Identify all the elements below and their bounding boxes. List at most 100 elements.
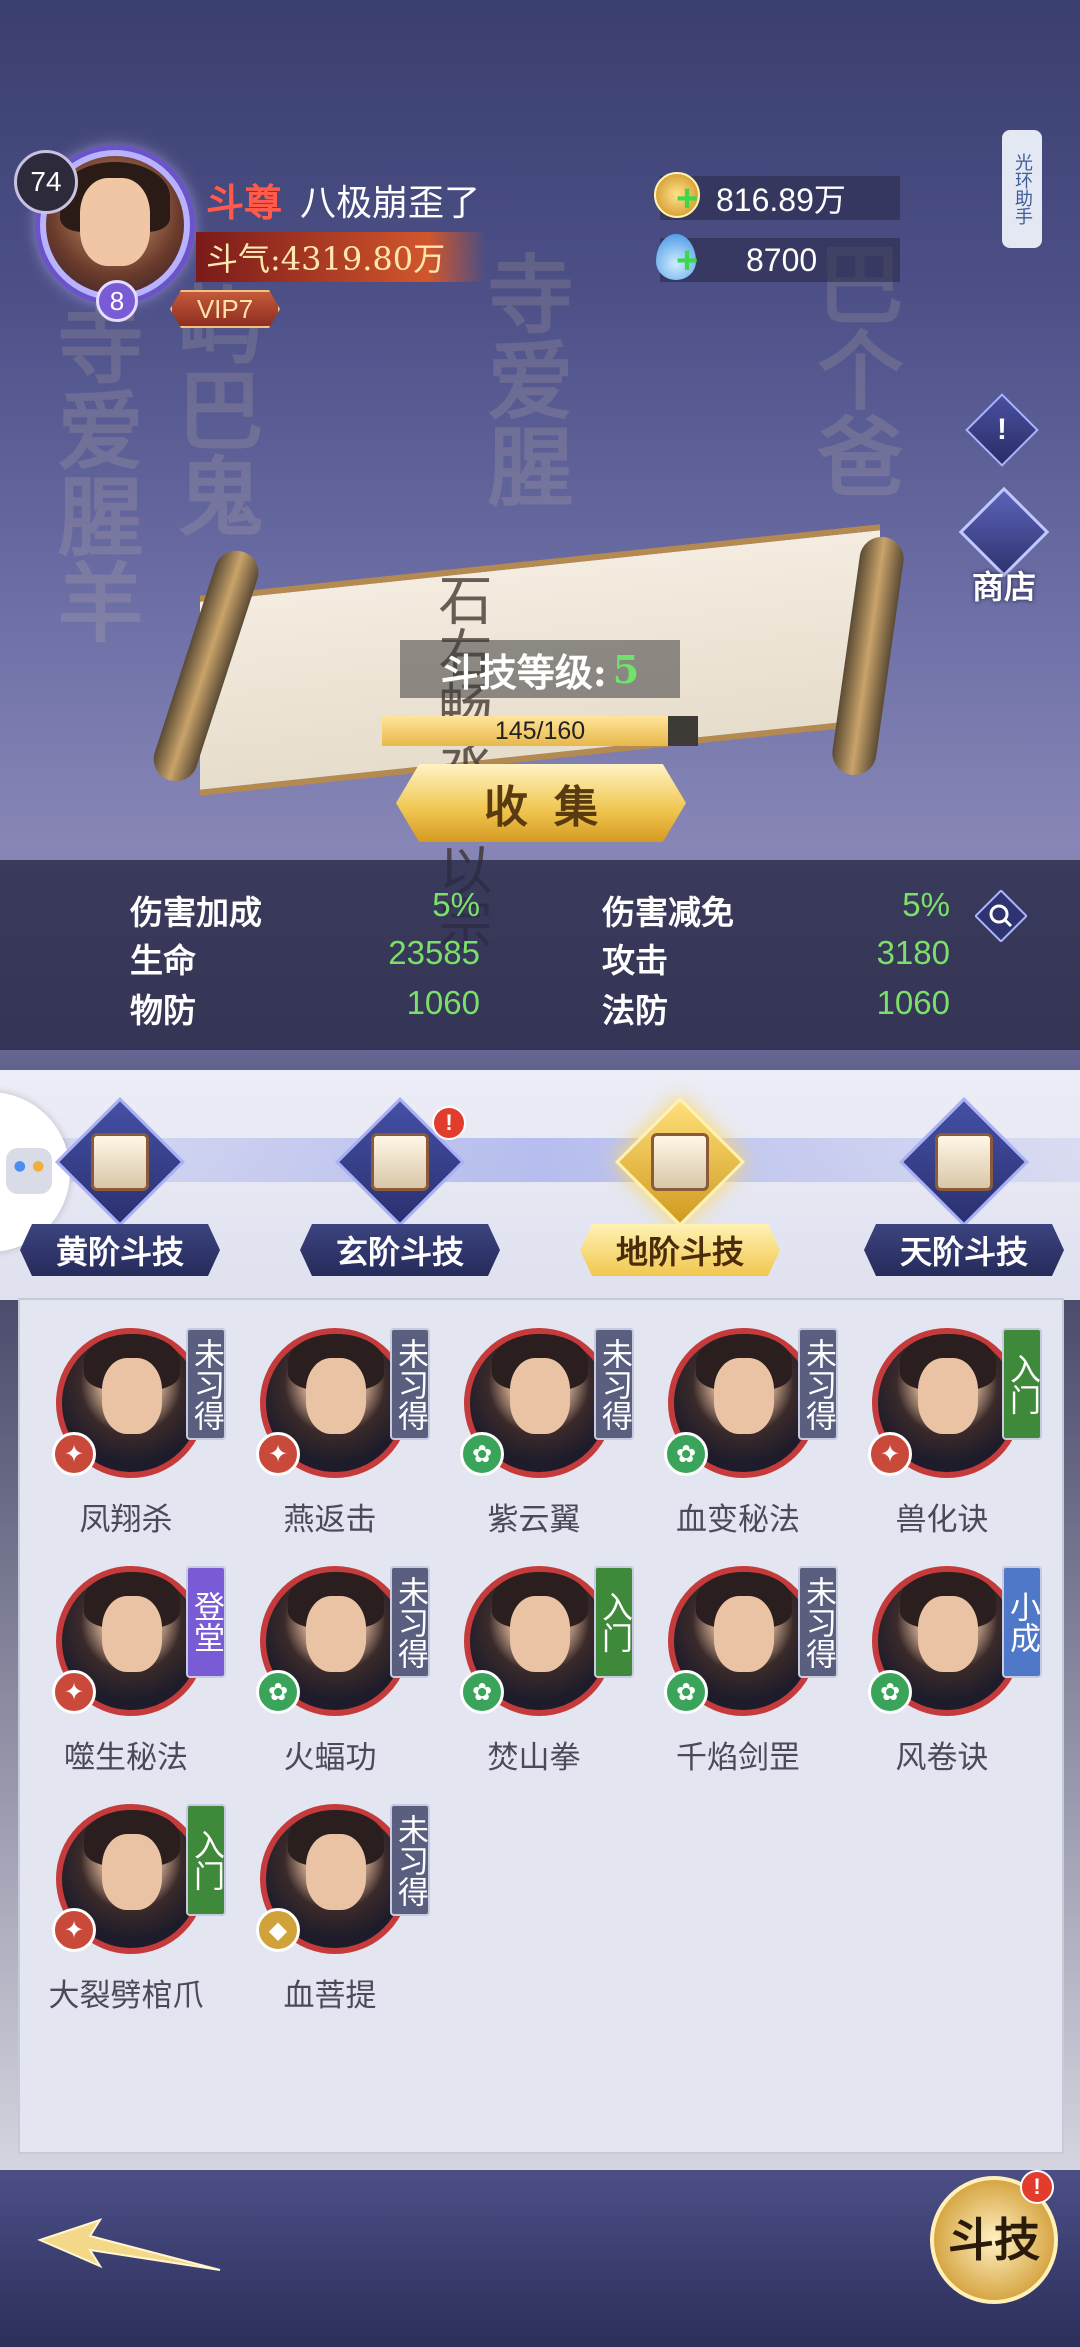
stat-attack: 攻击 3180 xyxy=(602,934,950,982)
skill-name: 噬生秘法 xyxy=(64,1740,188,1776)
skill-name: 燕返击 xyxy=(283,1502,377,1538)
tab-label: 黄阶斗技 xyxy=(20,1224,220,1276)
skill-status-badge: 未习得 xyxy=(798,1328,838,1440)
tier-book-icon xyxy=(614,1096,746,1228)
skill-status-badge: 未习得 xyxy=(594,1328,634,1440)
earth-element-icon: ◆ xyxy=(256,1908,300,1952)
skill-progress-bar: 145/160 xyxy=(382,716,698,746)
skill-card[interactable]: 未习得 ◆ 血菩提 xyxy=(240,1794,430,2014)
stats-detail-button[interactable] xyxy=(974,889,1028,943)
wood-element-icon: ✿ xyxy=(256,1670,300,1714)
stat-damage-reduction: 伤害减免 5% xyxy=(602,886,950,934)
skill-name: 血变秘法 xyxy=(676,1502,800,1538)
stat-value: 5% xyxy=(902,886,950,923)
skill-status-badge: 未习得 xyxy=(186,1328,226,1440)
back-button[interactable] xyxy=(30,2210,230,2300)
skill-card[interactable]: 未习得 ✿ 紫云翼 xyxy=(444,1318,634,1538)
fire-element-icon: ✦ xyxy=(868,1432,912,1476)
stat-value: 23585 xyxy=(388,934,480,971)
stat-label: 攻击 xyxy=(602,941,668,980)
player-name: 八极崩歪了 xyxy=(300,183,481,224)
add-soul-button[interactable]: + xyxy=(676,240,698,283)
skill-status-badge: 未习得 xyxy=(390,1804,430,1916)
wood-element-icon: ✿ xyxy=(460,1432,504,1476)
wood-element-icon: ✿ xyxy=(664,1432,708,1476)
stat-label: 物防 xyxy=(130,991,196,1030)
skill-status-badge: 入门 xyxy=(1002,1328,1042,1440)
info-button[interactable]: ! xyxy=(965,393,1039,467)
stat-hp: 生命 23585 xyxy=(130,934,480,982)
skill-card[interactable]: 未习得 ✿ 火蝠功 xyxy=(240,1556,430,1776)
skill-status-badge: 未习得 xyxy=(390,1328,430,1440)
skill-name: 焚山拳 xyxy=(487,1740,581,1776)
skill-card[interactable]: 未习得 ✿ 千焰剑罡 xyxy=(648,1556,838,1776)
skill-name: 火蝠功 xyxy=(283,1740,377,1776)
skill-card[interactable]: 入门 ✿ 焚山拳 xyxy=(444,1556,634,1776)
add-gold-button[interactable]: + xyxy=(676,178,698,221)
wood-element-icon: ✿ xyxy=(460,1670,504,1714)
stat-value: 1060 xyxy=(876,984,950,1021)
power-label: 斗气:4319.80万 xyxy=(206,240,446,278)
skill-name: 凤翔杀 xyxy=(79,1502,173,1538)
background-calligraphy: 寺爱腥 xyxy=(472,250,573,508)
stat-value: 1060 xyxy=(406,984,480,1021)
shop-button[interactable]: 商店 xyxy=(954,486,1054,606)
wood-element-icon: ✿ xyxy=(664,1670,708,1714)
player-rank: 斗尊 xyxy=(206,180,283,225)
skill-name: 血菩提 xyxy=(283,1978,377,2014)
fire-element-icon: ✦ xyxy=(52,1670,96,1714)
wood-element-icon: ✿ xyxy=(868,1670,912,1714)
stat-label: 伤害加成 xyxy=(130,893,262,932)
tab-alert-badge: ! xyxy=(432,1106,466,1140)
skill-card[interactable]: 入门 ✦ 大裂劈棺爪 xyxy=(36,1794,226,2014)
tier-book-icon xyxy=(898,1096,1030,1228)
skill-level: 斗技等级: 5 xyxy=(400,640,680,698)
background-calligraphy: 寺爱腥羊 xyxy=(42,300,143,644)
skill-status-badge: 登堂 xyxy=(186,1566,226,1678)
stat-magic-defense: 法防 1060 xyxy=(602,984,950,1032)
collect-button[interactable]: 收集 xyxy=(396,764,686,842)
skill-card[interactable]: 未习得 ✦ 凤翔杀 xyxy=(36,1318,226,1538)
fight-alert-badge: ! xyxy=(1020,2170,1054,2204)
magnifier-icon xyxy=(974,889,1028,943)
stat-label: 生命 xyxy=(130,941,196,980)
skill-level-label: 斗技等级: xyxy=(440,649,607,695)
skill-status-badge: 入门 xyxy=(594,1566,634,1678)
skill-name: 紫云翼 xyxy=(487,1502,581,1538)
soul-amount: 8700 xyxy=(746,241,818,278)
stat-label: 法防 xyxy=(602,991,668,1030)
helper-tab[interactable]: 光环助手 xyxy=(1002,130,1042,248)
skill-status-badge: 小成 xyxy=(1002,1566,1042,1678)
skill-status-badge: 未习得 xyxy=(798,1566,838,1678)
tab-yellow-tier[interactable]: 黄阶斗技 xyxy=(20,1096,220,1276)
skill-name: 大裂劈棺爪 xyxy=(48,1978,204,2014)
tab-earth-tier[interactable]: 地阶斗技 xyxy=(580,1096,780,1276)
shop-label: 商店 xyxy=(971,568,1036,606)
skill-name: 千焰剑罡 xyxy=(676,1740,800,1776)
skill-card[interactable]: 入门 ✦ 兽化诀 xyxy=(852,1318,1042,1538)
tier-book-icon xyxy=(54,1096,186,1228)
skill-card[interactable]: 小成 ✿ 风卷诀 xyxy=(852,1556,1042,1776)
stat-damage-bonus: 伤害加成 5% xyxy=(130,886,480,934)
tab-label: 天阶斗技 xyxy=(864,1224,1064,1276)
skill-name: 风卷诀 xyxy=(895,1740,989,1776)
vip-badge[interactable]: VIP7 xyxy=(170,290,280,328)
skill-card[interactable]: 登堂 ✦ 噬生秘法 xyxy=(36,1556,226,1776)
tab-label: 地阶斗技 xyxy=(580,1224,780,1276)
skill-status-badge: 未习得 xyxy=(390,1566,430,1678)
skill-card[interactable]: 未习得 ✦ 燕返击 xyxy=(240,1318,430,1538)
player-level-badge: 74 xyxy=(14,150,78,214)
stats-panel: 伤害加成 5% 伤害减免 5% 生命 23585 攻击 3180 物防 1060 法防 10… xyxy=(0,860,1080,1050)
stat-value: 5% xyxy=(432,886,480,923)
power-display: 斗气:4319.80万 xyxy=(196,232,486,282)
stat-value: 3180 xyxy=(876,934,950,971)
fire-element-icon: ✦ xyxy=(52,1432,96,1476)
skill-card[interactable]: 未习得 ✿ 血变秘法 xyxy=(648,1318,838,1538)
fire-element-icon: ✦ xyxy=(256,1432,300,1476)
skill-level-value: 5 xyxy=(612,646,640,692)
tab-label: 玄阶斗技 xyxy=(300,1224,500,1276)
player-star-badge: 8 xyxy=(96,280,138,322)
tab-heaven-tier[interactable]: 天阶斗技 xyxy=(864,1096,1064,1276)
stat-physical-defense: 物防 1060 xyxy=(130,984,480,1032)
skill-name: 兽化诀 xyxy=(895,1502,989,1538)
